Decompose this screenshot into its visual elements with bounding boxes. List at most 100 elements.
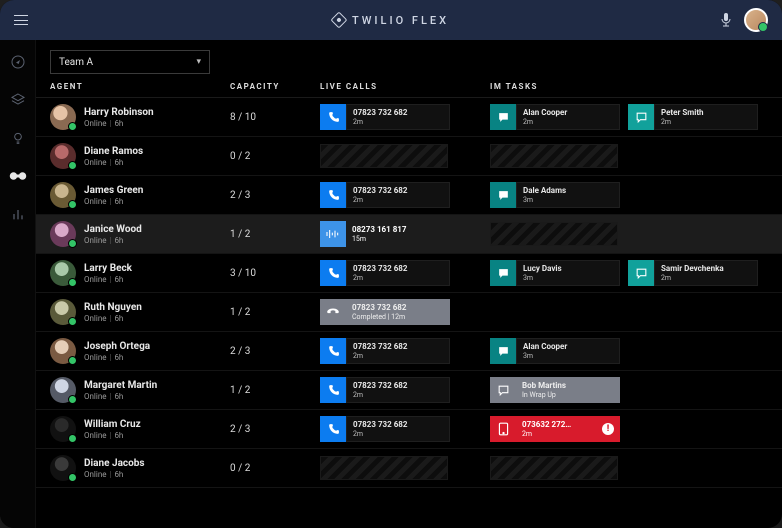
task-line1: 07823 732 682	[352, 303, 444, 313]
task-pill[interactable]: 07823 732 6822m	[320, 416, 450, 442]
task-line2: Completed | 12m	[352, 313, 444, 321]
chat-solid-icon	[490, 104, 516, 130]
agent-name: Margaret Martin	[84, 380, 157, 392]
calls-cell: 07823 732 6822m	[320, 377, 490, 403]
task-pill[interactable]: Bob MartinsIn Wrap Up	[490, 377, 620, 403]
task-line2: 2m	[353, 430, 443, 438]
agent-capacity: 1 / 2	[230, 385, 320, 396]
task-pill[interactable]: 07823 732 6822m	[320, 260, 450, 286]
agent-status: Online|6h	[84, 392, 157, 401]
agent-info: Diane JacobsOnline|6h	[84, 458, 145, 479]
task-line1: Lucy Davis	[523, 264, 613, 274]
nav-layers-icon[interactable]	[8, 90, 28, 110]
task-line1: 07823 732 682	[353, 108, 443, 118]
device-icon	[490, 416, 516, 442]
task-pill[interactable]: Lucy Davis3m	[490, 260, 620, 286]
agent-capacity: 1 / 2	[230, 307, 320, 318]
agent-row[interactable]: James GreenOnline|6h2 / 307823 732 6822m…	[36, 176, 782, 215]
agent-avatar[interactable]	[50, 455, 76, 481]
nav-binoculars-icon[interactable]	[8, 166, 28, 186]
chat-solid-icon	[490, 260, 516, 286]
top-bar: TWILIO FLEX	[0, 0, 782, 40]
task-pill[interactable]: 08273 161 81715m	[320, 221, 450, 247]
menu-icon[interactable]	[14, 15, 28, 25]
agent-cell: Margaret MartinOnline|6h	[50, 377, 230, 403]
empty-slot	[320, 456, 448, 480]
agent-row[interactable]: Ruth NguyenOnline|6h1 / 207823 732 682Co…	[36, 293, 782, 332]
twilio-logo-icon	[330, 12, 347, 29]
nav-sidebar	[0, 40, 36, 528]
agent-row[interactable]: Harry RobinsonOnline|6h8 / 1007823 732 6…	[36, 98, 782, 137]
agent-capacity: 2 / 3	[230, 190, 320, 201]
agent-row[interactable]: Margaret MartinOnline|6h1 / 207823 732 6…	[36, 371, 782, 410]
task-line1: Peter Smith	[661, 108, 751, 118]
agent-row[interactable]: Larry BeckOnline|6h 3 / 10 07823 732 6822m…	[36, 254, 782, 293]
nav-stats-icon[interactable]	[8, 204, 28, 224]
calls-cell: 08273 161 81715m	[320, 221, 490, 247]
task-line2: 15m	[352, 235, 444, 243]
task-pill[interactable]: Peter Smith2m	[628, 104, 758, 130]
task-line1: 08273 161 817	[352, 225, 444, 235]
agent-avatar[interactable]	[50, 221, 76, 247]
agent-status: Online|6h	[84, 431, 141, 440]
agent-row[interactable]: William CruzOnline|6h2 / 307823 732 6822…	[36, 410, 782, 449]
task-pill[interactable]: Alan Cooper2m	[490, 104, 620, 130]
brand: TWILIO FLEX	[333, 14, 449, 27]
chat-solid-icon	[490, 182, 516, 208]
agent-avatar[interactable]	[50, 377, 76, 403]
ims-cell: Dale Adams3m	[490, 182, 768, 208]
agent-cell: Joseph OrtegaOnline|6h	[50, 338, 230, 364]
agent-status: Online|6h	[84, 470, 145, 479]
task-pill[interactable]: 07823 732 6822m	[320, 338, 450, 364]
task-body: Samir Devchenka2m	[654, 260, 758, 286]
wave-icon	[320, 221, 346, 247]
agent-info: Diane RamosOnline|6h	[84, 146, 143, 167]
agent-avatar[interactable]	[50, 416, 76, 442]
agent-avatar[interactable]	[50, 104, 76, 130]
task-pill[interactable]: 07823 732 6822m	[320, 377, 450, 403]
task-line1: Alan Cooper	[523, 342, 613, 352]
agent-row[interactable]: Diane JacobsOnline|6h0 / 2	[36, 449, 782, 488]
agent-row[interactable]: Joseph OrtegaOnline|6h2 / 307823 732 682…	[36, 332, 782, 371]
current-user-avatar[interactable]	[744, 8, 768, 32]
chat-outline-icon	[628, 104, 654, 130]
ims-cell: Bob MartinsIn Wrap Up	[490, 377, 768, 403]
agent-cell: Larry BeckOnline|6h	[50, 260, 230, 286]
agent-capacity: 2 / 3	[230, 424, 320, 435]
agent-avatar[interactable]	[50, 299, 76, 325]
agent-info: Joseph OrtegaOnline|6h	[84, 341, 150, 362]
task-pill[interactable]: Dale Adams3m	[490, 182, 620, 208]
agent-capacity: 3 / 10	[230, 268, 320, 279]
phone-icon	[320, 377, 346, 403]
ims-cell	[490, 222, 768, 246]
agent-avatar[interactable]	[50, 143, 76, 169]
agent-avatar[interactable]	[50, 260, 76, 286]
team-select[interactable]: Team A ▾	[50, 50, 210, 74]
agent-name: Harry Robinson	[84, 107, 154, 119]
microphone-icon[interactable]	[720, 13, 732, 27]
phone-down-icon	[320, 299, 346, 325]
agent-cell: Janice WoodOnline|6h	[50, 221, 230, 247]
task-pill[interactable]: 07823 732 6822m	[320, 104, 450, 130]
agent-row[interactable]: Diane RamosOnline|6h0 / 2	[36, 137, 782, 176]
task-pill[interactable]: 07823 732 682Completed | 12m	[320, 299, 450, 325]
ims-cell: 073632 272…2m	[490, 416, 768, 442]
toolbar: Team A ▾	[36, 40, 782, 82]
task-body: 07823 732 6822m	[346, 260, 450, 286]
chat-solid-icon	[490, 338, 516, 364]
agent-avatar[interactable]	[50, 338, 76, 364]
agent-row[interactable]: Janice WoodOnline|6h1 / 208273 161 81715…	[36, 215, 782, 254]
task-line1: Dale Adams	[523, 186, 613, 196]
task-line2: 2m	[661, 118, 751, 126]
agent-avatar[interactable]	[50, 182, 76, 208]
task-line2: 2m	[522, 430, 614, 438]
task-pill[interactable]: 07823 732 6822m	[320, 182, 450, 208]
task-pill[interactable]: Samir Devchenka2m	[628, 260, 758, 286]
agent-info: Larry BeckOnline|6h	[84, 263, 132, 284]
nav-compass-icon[interactable]	[8, 52, 28, 72]
agent-info: Janice WoodOnline|6h	[84, 224, 142, 245]
nav-bulb-icon[interactable]	[8, 128, 28, 148]
task-pill[interactable]: 073632 272…2m	[490, 416, 620, 442]
task-pill[interactable]: Alan Cooper3m	[490, 338, 620, 364]
calls-cell: 07823 732 6822m	[320, 182, 490, 208]
